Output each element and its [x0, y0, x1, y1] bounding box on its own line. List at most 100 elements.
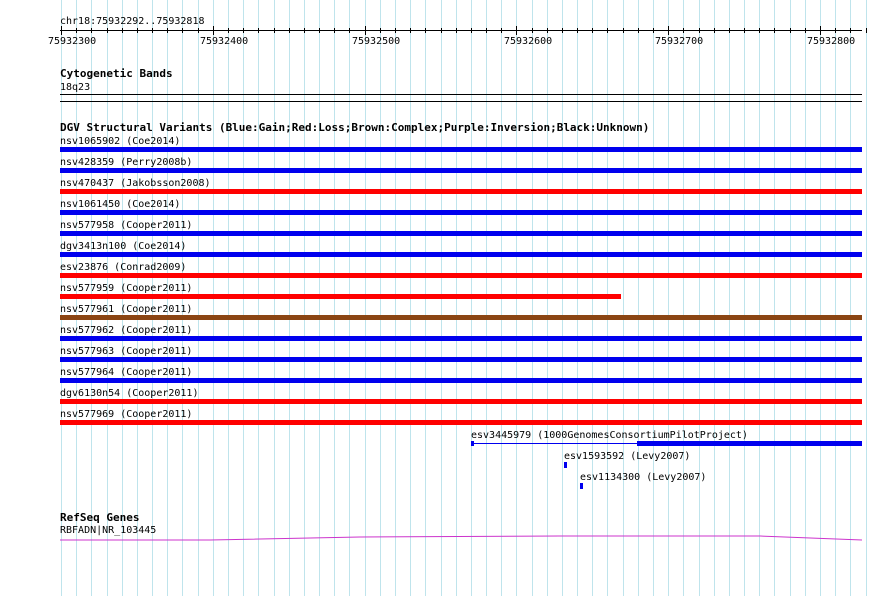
grid-line	[820, 0, 821, 596]
variant-bar-nsv428359[interactable]	[60, 168, 862, 173]
ruler-label-75932300: 75932300	[48, 36, 97, 47]
ruler-minor-tick	[76, 28, 77, 33]
ruler-minor-tick	[122, 28, 123, 33]
ruler-minor-tick	[304, 28, 305, 33]
grid-line	[638, 0, 639, 596]
grid-line	[759, 0, 760, 596]
ruler-minor-tick	[289, 28, 290, 33]
variant-bar-nsv577964[interactable]	[60, 378, 862, 383]
variant-bar-nsv1061450[interactable]	[60, 210, 862, 215]
grid-line	[850, 0, 851, 596]
ruler-axis-line	[60, 30, 862, 31]
ruler-minor-tick	[182, 28, 183, 33]
ruler-minor-tick	[167, 28, 168, 33]
ruler-label-75932600: 75932600	[504, 36, 553, 47]
variant-label-nsv577963[interactable]: nsv577963 (Cooper2011)	[60, 346, 192, 357]
variant-label-dgv6130n54[interactable]: dgv6130n54 (Cooper2011)	[60, 388, 198, 399]
ruler-major-tick	[668, 26, 669, 35]
ruler-minor-tick	[866, 28, 867, 33]
ruler-minor-tick	[395, 28, 396, 33]
ruler-major-tick	[516, 26, 517, 35]
cytoband-border-top	[60, 94, 862, 95]
variant-bar-esv3445979-connector	[471, 443, 638, 444]
variant-bar-esv3445979-block	[637, 441, 862, 446]
variant-label-nsv577962[interactable]: nsv577962 (Cooper2011)	[60, 325, 192, 336]
variant-label-nsv470437[interactable]: nsv470437 (Jakobsson2008)	[60, 178, 211, 189]
grid-line	[744, 0, 745, 596]
variant-bar-nsv577959[interactable]	[60, 294, 621, 299]
ruler-minor-tick	[243, 28, 244, 33]
ruler-minor-tick	[486, 28, 487, 33]
variant-bar-dgv6130n54[interactable]	[60, 399, 862, 404]
ruler-major-tick	[61, 26, 62, 35]
variant-bar-esv1134300[interactable]	[580, 483, 583, 489]
grid-line	[774, 0, 775, 596]
ruler-minor-tick	[471, 28, 472, 33]
variant-bar-esv1593592[interactable]	[564, 462, 567, 468]
variant-bar-nsv470437[interactable]	[60, 189, 862, 194]
grid-line	[714, 0, 715, 596]
refseq-gene-line[interactable]	[60, 535, 862, 543]
ruler-minor-tick	[410, 28, 411, 33]
cytoband-label: 18q23	[60, 82, 91, 93]
variant-label-dgv3413n100[interactable]: dgv3413n100 (Coe2014)	[60, 241, 186, 252]
variant-label-nsv577959[interactable]: nsv577959 (Cooper2011)	[60, 283, 192, 294]
variant-label-nsv1061450[interactable]: nsv1061450 (Coe2014)	[60, 199, 180, 210]
ruler-minor-tick	[380, 28, 381, 33]
variant-label-esv1593592[interactable]: esv1593592 (Levy2007)	[564, 451, 690, 462]
genome-browser-view: chr18:75932292..75932818 75932300 759324…	[0, 0, 890, 596]
ruler-minor-tick	[592, 28, 593, 33]
ruler-minor-tick	[441, 28, 442, 33]
cytoband-border-bottom	[60, 101, 862, 102]
ruler-label-75932400: 75932400	[200, 36, 249, 47]
variant-bar-nsv1065902[interactable]	[60, 147, 862, 152]
variant-bar-nsv577969[interactable]	[60, 420, 862, 425]
ruler-minor-tick	[759, 28, 760, 33]
ruler-label-75932500: 75932500	[352, 36, 401, 47]
variant-bar-nsv577962[interactable]	[60, 336, 862, 341]
variant-bar-dgv3413n100[interactable]	[60, 252, 862, 257]
ruler-minor-tick	[501, 28, 502, 33]
ruler-minor-tick	[805, 28, 806, 33]
variant-label-nsv577961[interactable]: nsv577961 (Cooper2011)	[60, 304, 192, 315]
ruler-minor-tick	[683, 28, 684, 33]
variant-label-nsv428359[interactable]: nsv428359 (Perry2008b)	[60, 157, 192, 168]
grid-line	[623, 0, 624, 596]
variant-label-nsv1065902[interactable]: nsv1065902 (Coe2014)	[60, 136, 180, 147]
ruler-minor-tick	[547, 28, 548, 33]
variant-label-esv23876[interactable]: esv23876 (Conrad2009)	[60, 262, 186, 273]
ruler-minor-tick	[699, 28, 700, 33]
variant-bar-nsv577958[interactable]	[60, 231, 862, 236]
variant-bar-esv3445979[interactable]	[471, 441, 862, 446]
ruler-label-75932800: 75932800	[807, 36, 856, 47]
ruler-minor-tick	[532, 28, 533, 33]
ruler-minor-tick	[152, 28, 153, 33]
variant-bar-esv23876[interactable]	[60, 273, 862, 278]
ruler-minor-tick	[607, 28, 608, 33]
variant-label-esv3445979[interactable]: esv3445979 (1000GenomesConsortiumPilotPr…	[471, 430, 748, 441]
variant-label-nsv577969[interactable]: nsv577969 (Cooper2011)	[60, 409, 192, 420]
grid-line	[790, 0, 791, 596]
ruler-minor-tick	[425, 28, 426, 33]
grid-line	[653, 0, 654, 596]
ruler-minor-tick	[334, 28, 335, 33]
ruler-minor-tick	[137, 28, 138, 33]
grid-line	[866, 0, 867, 596]
variant-bar-nsv577961[interactable]	[60, 315, 862, 320]
ruler-minor-tick	[562, 28, 563, 33]
grid-line	[805, 0, 806, 596]
variant-label-nsv577958[interactable]: nsv577958 (Cooper2011)	[60, 220, 192, 231]
ruler-minor-tick	[729, 28, 730, 33]
ruler-minor-tick	[577, 28, 578, 33]
ruler-major-tick	[365, 26, 366, 35]
ruler-minor-tick	[258, 28, 259, 33]
variant-label-nsv577964[interactable]: nsv577964 (Cooper2011)	[60, 367, 192, 378]
variant-label-esv1134300[interactable]: esv1134300 (Levy2007)	[580, 472, 706, 483]
ruler-minor-tick	[638, 28, 639, 33]
ruler-major-tick	[213, 26, 214, 35]
variant-bar-nsv577963[interactable]	[60, 357, 862, 362]
refseq-track-title: RefSeq Genes	[60, 511, 140, 524]
ruler-minor-tick	[274, 28, 275, 33]
ruler-minor-tick	[790, 28, 791, 33]
ruler-minor-tick	[107, 28, 108, 33]
